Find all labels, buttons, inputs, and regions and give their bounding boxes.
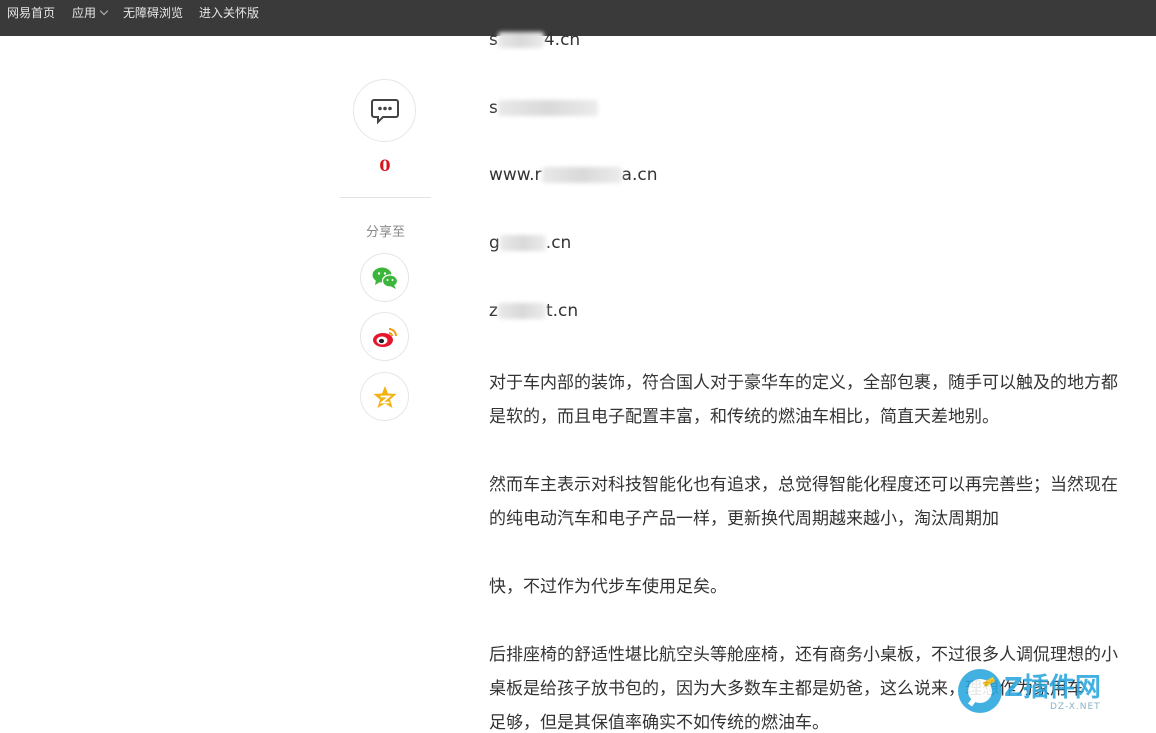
comment-button[interactable] xyxy=(353,79,416,142)
rail-divider xyxy=(340,197,431,198)
domain-prefix: s xyxy=(489,30,498,50)
domain-suffix: a.cn xyxy=(621,165,658,185)
domain-prefix: s xyxy=(489,98,498,118)
qzone-icon xyxy=(373,385,396,408)
paragraph-line: 对于车内部的装饰，符合国人对于豪华车的定义，全部包裹，随手可以触及的地方都 xyxy=(489,373,1118,393)
domain-line: z t.cn xyxy=(489,301,578,321)
domain-line: www.r a.cn xyxy=(489,165,658,185)
nav-apps-menu[interactable]: 应用 xyxy=(72,0,109,26)
chevron-down-icon xyxy=(99,6,109,16)
paragraph-line: 快，不过作为代步车使用足矣。 xyxy=(489,577,727,597)
paragraph-line: 是软的，而且电子配置丰富，和传统的燃油车相比，简直天差地别。 xyxy=(489,407,999,427)
share-weibo-button[interactable] xyxy=(360,312,409,361)
nav-home-link[interactable]: 网易首页 xyxy=(7,0,55,26)
comment-count[interactable]: 0 xyxy=(354,156,416,175)
paragraph-line: 足够，但是其保值率确实不如传统的燃油车。 xyxy=(489,713,829,733)
domain-suffix: 4.cn xyxy=(543,30,581,50)
domain-line: g .cn xyxy=(489,233,571,253)
watermark-text: Z插件网 xyxy=(1004,673,1101,703)
domain-prefix: g xyxy=(489,233,500,253)
paragraph-line: 的纯电动汽车和电子产品一样，更新换代周期越来越小，淘汰周期加 xyxy=(489,509,999,529)
domain-prefix: www.r xyxy=(489,165,542,185)
share-wechat-button[interactable] xyxy=(360,253,409,302)
nav-accessible-link[interactable]: 无障碍浏览 xyxy=(123,0,183,26)
redaction-blur xyxy=(541,167,622,183)
nav-apps-label: 应用 xyxy=(72,6,97,20)
nav-care-mode-link[interactable]: 进入关怀版 xyxy=(199,0,259,26)
wechat-icon xyxy=(372,267,398,289)
domain-line: s xyxy=(489,98,598,118)
paragraph-line: 然而车主表示对科技智能化也有追求，总觉得智能化程度还可以再完善些；当然现在 xyxy=(489,475,1118,495)
redaction-blur xyxy=(497,303,546,319)
share-label: 分享至 xyxy=(365,225,405,240)
domain-suffix: t.cn xyxy=(545,301,579,321)
redaction-blur xyxy=(499,235,546,251)
redaction-blur xyxy=(497,32,544,48)
comment-icon xyxy=(370,98,399,124)
redaction-blur xyxy=(497,100,598,116)
share-qzone-button[interactable] xyxy=(360,372,409,421)
domain-prefix: z xyxy=(489,301,498,321)
domain-suffix: .cn xyxy=(545,233,572,253)
domain-line: s 4.cn xyxy=(489,30,580,50)
weibo-icon xyxy=(372,327,397,347)
watermark-subtext: DZ-X.NET xyxy=(1050,702,1101,712)
site-watermark: Z插件网 DZ-X.NET xyxy=(954,661,1154,721)
